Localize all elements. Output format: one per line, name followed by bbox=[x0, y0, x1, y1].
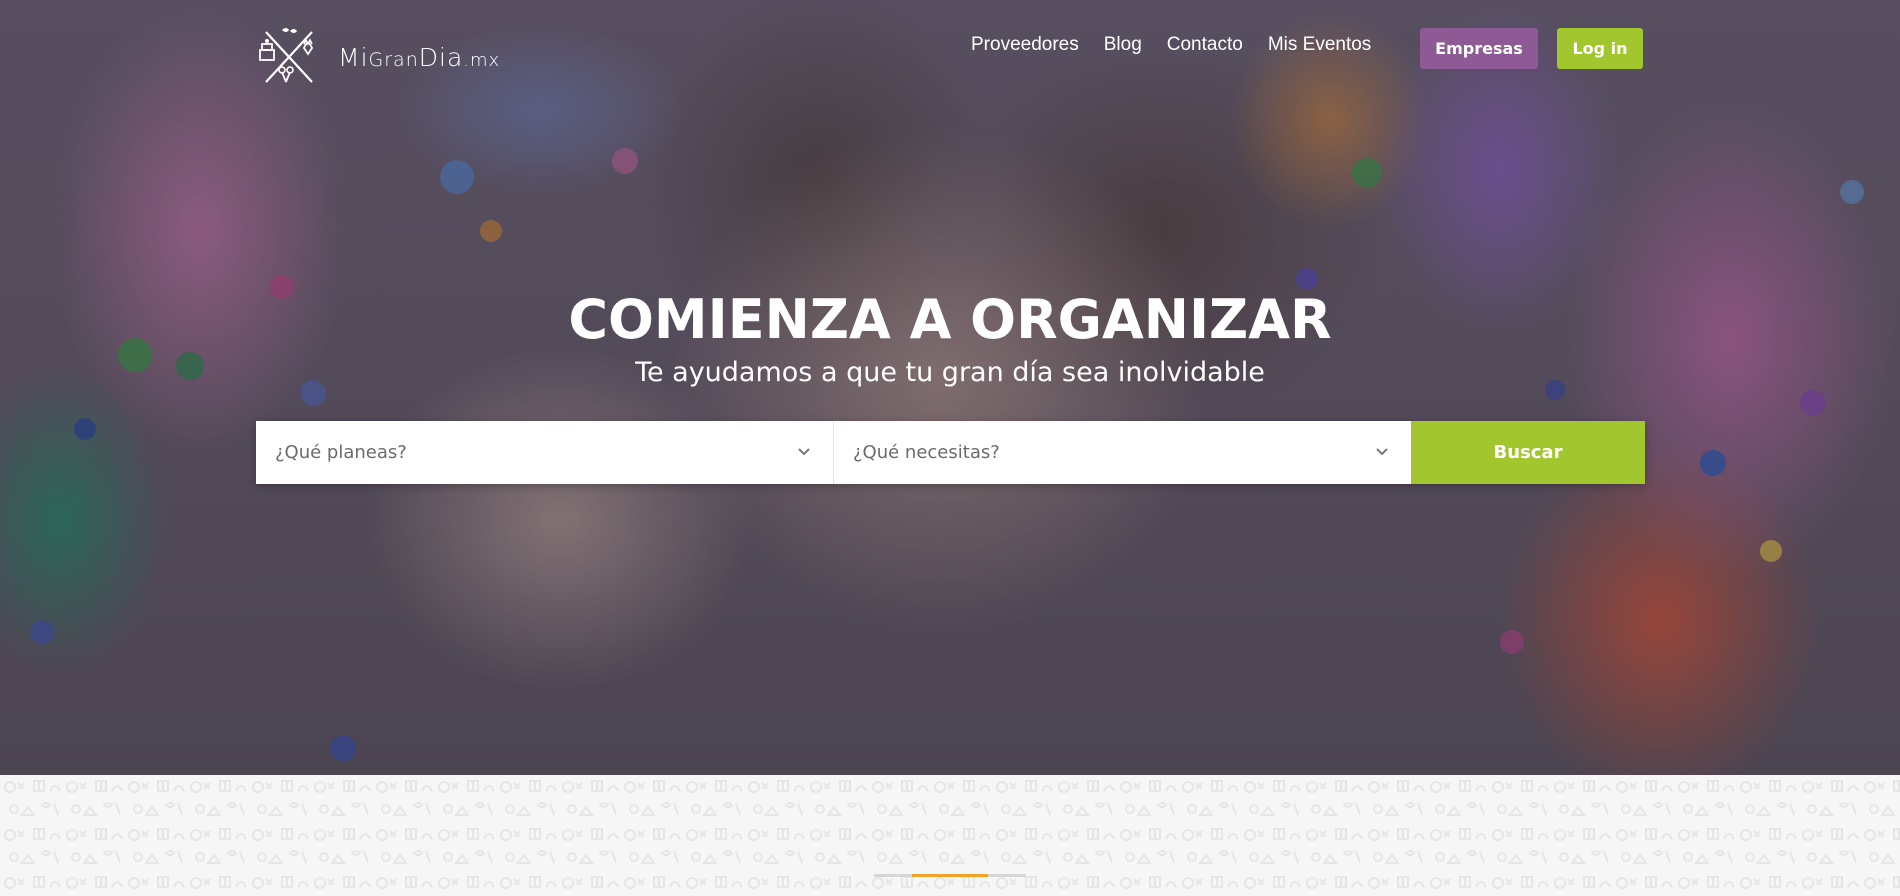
party-icons-pattern bbox=[0, 775, 1900, 896]
event-type-select[interactable]: ¿Qué planeas? bbox=[256, 421, 834, 484]
empresas-button[interactable]: Empresas bbox=[1420, 28, 1538, 69]
carousel-indicator-active bbox=[912, 874, 988, 877]
search-bar: ¿Qué planeas? ¿Qué necesitas? Buscar bbox=[256, 421, 1645, 484]
chevron-down-icon bbox=[1376, 448, 1388, 456]
site-logo-text: MiGranDia.mx bbox=[338, 42, 501, 72]
hero-title: COMIENZA A ORGANIZAR bbox=[568, 288, 1332, 351]
chevron-down-icon bbox=[798, 448, 810, 456]
wedding-cross-logo-icon bbox=[259, 28, 314, 83]
nav-link-mis-eventos[interactable]: Mis Eventos bbox=[1268, 34, 1371, 56]
nav-link-blog[interactable]: Blog bbox=[1104, 34, 1142, 56]
hero-section: MiGranDia.mx Proveedores Blog Contacto M… bbox=[0, 0, 1900, 775]
search-button[interactable]: Buscar bbox=[1411, 421, 1645, 484]
site-logo[interactable]: MiGranDia.mx bbox=[258, 26, 500, 88]
service-type-select[interactable]: ¿Qué necesitas? bbox=[834, 421, 1411, 484]
event-type-select-label: ¿Qué planeas? bbox=[275, 442, 407, 463]
hero-subtitle: Te ayudamos a que tu gran día sea inolvi… bbox=[635, 357, 1265, 388]
main-nav: Proveedores Blog Contacto Mis Eventos bbox=[971, 34, 1396, 56]
login-button[interactable]: Log in bbox=[1557, 28, 1643, 69]
nav-link-proveedores[interactable]: Proveedores bbox=[971, 34, 1079, 56]
pattern-section bbox=[0, 775, 1900, 896]
nav-link-contacto[interactable]: Contacto bbox=[1167, 34, 1243, 56]
carousel-indicator[interactable] bbox=[874, 874, 1026, 877]
service-type-select-label: ¿Qué necesitas? bbox=[853, 442, 1000, 463]
